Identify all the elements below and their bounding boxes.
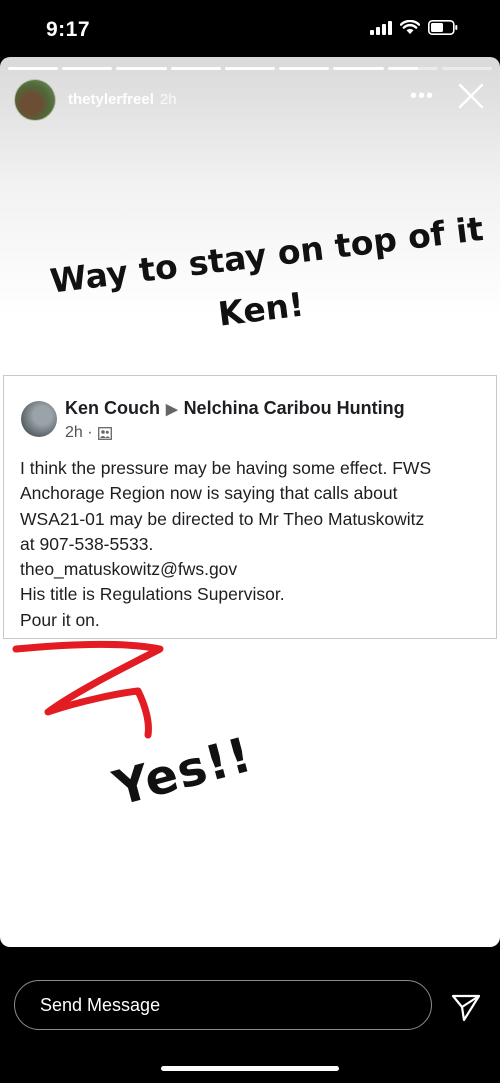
send-message-placeholder: Send Message xyxy=(40,995,161,1015)
post-author-avatar xyxy=(21,401,57,437)
story-headline-line2: Ken! xyxy=(216,284,307,334)
post-line: Anchorage Region now is saying that call… xyxy=(20,483,398,504)
story-card[interactable]: thetylerfreel 2h ••• Way to stay on top o… xyxy=(0,57,500,947)
username[interactable]: thetylerfreel 2h xyxy=(68,91,177,108)
story-age: 2h xyxy=(159,91,177,108)
progress-segment xyxy=(224,67,276,70)
arrow-icon: ▶ xyxy=(166,401,178,418)
progress-segment xyxy=(279,67,330,70)
red-scribble-drawing xyxy=(12,640,164,739)
embedded-post-screenshot: Ken Couch ▶ Nelchina Caribou Hunting 2h · … xyxy=(3,375,497,639)
post-line: theo_matuskowitz@fws.gov xyxy=(20,559,238,580)
progress-segment xyxy=(8,67,59,70)
status-bar: 9:17 xyxy=(0,0,500,58)
progress-segment xyxy=(170,67,221,70)
progress-segment-current xyxy=(387,67,438,70)
group-audience-icon xyxy=(97,426,112,440)
progress-segment xyxy=(333,67,384,70)
post-body: I think the pressure may be having some … xyxy=(20,456,482,633)
post-time: 2h · xyxy=(65,424,93,441)
post-line: WSA21-01 may be directed to Mr Theo Matu… xyxy=(20,508,425,529)
post-meta: 2h · xyxy=(65,424,112,442)
progress-segment xyxy=(116,67,167,70)
wifi-icon xyxy=(400,20,420,34)
post-group: Nelchina Caribou Hunting xyxy=(183,398,405,418)
post-line: His title is Regulations Supervisor. xyxy=(20,584,285,605)
avatar[interactable] xyxy=(14,79,56,121)
progress-segment xyxy=(441,67,492,70)
send-message-field[interactable]: Send Message xyxy=(14,980,432,1030)
post-header: Ken Couch ▶ Nelchina Caribou Hunting xyxy=(65,398,405,419)
status-time: 9:17 xyxy=(46,18,91,41)
status-icons xyxy=(370,20,458,35)
post-line: at 907-538-5533. xyxy=(20,533,154,554)
story-headline-line1: Way to stay on top of it xyxy=(48,208,486,301)
close-icon[interactable] xyxy=(454,79,488,113)
post-line: I think the pressure may be having some … xyxy=(20,458,432,478)
post-author: Ken Couch xyxy=(65,398,161,418)
progress-segment xyxy=(62,67,113,70)
more-options-button[interactable]: ••• xyxy=(410,85,434,108)
send-icon[interactable] xyxy=(449,990,483,1024)
story-header: thetylerfreel 2h ••• xyxy=(14,79,488,121)
cellular-signal-icon xyxy=(370,20,392,35)
story-progress-bar xyxy=(8,67,492,70)
home-indicator[interactable] xyxy=(161,1066,339,1071)
battery-icon xyxy=(428,20,458,35)
